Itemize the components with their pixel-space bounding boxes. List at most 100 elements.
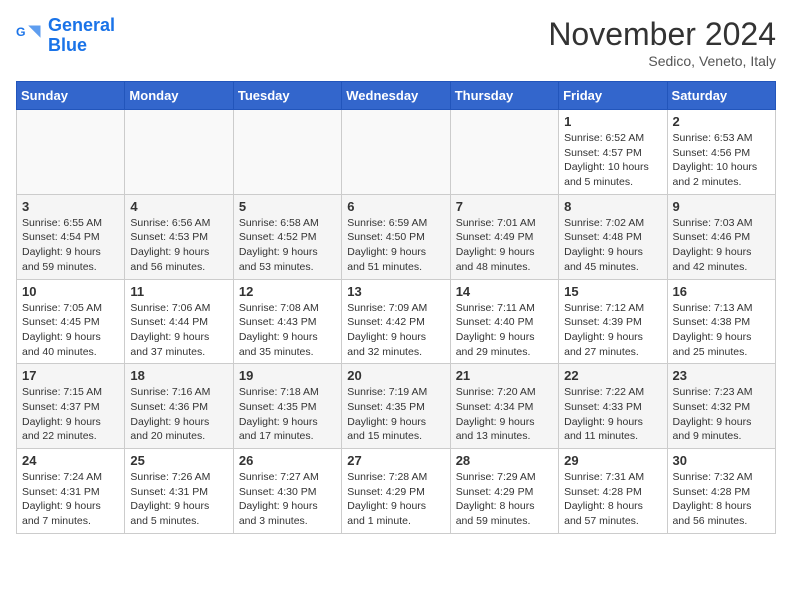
day-cell: 2 Sunrise: 6:53 AM Sunset: 4:56 PM Daylig… <box>667 110 775 195</box>
day-cell: 10Sunrise: 7:05 AM Sunset: 4:45 PM Dayli… <box>17 279 125 364</box>
day-number: 23 <box>673 368 770 383</box>
day-number: 4 <box>130 199 227 214</box>
day-cell: 20 Sunrise: 7:19 AM Sunset: 4:35 PM Dayli… <box>342 364 450 449</box>
day-number: 12 <box>239 284 336 299</box>
day-info: Sunrise: 7:22 AM Sunset: 4:33 PM Dayligh… <box>564 385 661 444</box>
day-number: 27 <box>347 453 444 468</box>
day-number: 16 <box>673 284 770 299</box>
week-row-1: 1 Sunrise: 6:52 AM Sunset: 4:57 PM Daylig… <box>17 110 776 195</box>
day-number: 17 <box>22 368 119 383</box>
day-cell: 4 Sunrise: 6:56 AM Sunset: 4:53 PM Daylig… <box>125 194 233 279</box>
day-cell: 24 Sunrise: 7:24 AM Sunset: 4:31 PM Dayli… <box>17 449 125 534</box>
day-info: Sunrise: 7:23 AM Sunset: 4:32 PM Dayligh… <box>673 385 770 444</box>
day-info: Sunrise: 6:58 AM Sunset: 4:52 PM Dayligh… <box>239 216 336 275</box>
col-header-tuesday: Tuesday <box>233 82 341 110</box>
week-row-2: 3 Sunrise: 6:55 AM Sunset: 4:54 PM Daylig… <box>17 194 776 279</box>
day-cell: 1 Sunrise: 6:52 AM Sunset: 4:57 PM Daylig… <box>559 110 667 195</box>
day-info: Sunrise: 7:03 AM Sunset: 4:46 PM Dayligh… <box>673 216 770 275</box>
day-info: Sunrise: 7:12 AM Sunset: 4:39 PM Dayligh… <box>564 301 661 360</box>
day-cell: 30 Sunrise: 7:32 AM Sunset: 4:28 PM Dayli… <box>667 449 775 534</box>
month-title: November 2024 <box>548 16 776 53</box>
day-cell: 11Sunrise: 7:06 AM Sunset: 4:44 PM Dayli… <box>125 279 233 364</box>
svg-text:G: G <box>16 25 26 39</box>
day-cell: 29 Sunrise: 7:31 AM Sunset: 4:28 PM Dayli… <box>559 449 667 534</box>
day-info: Sunrise: 6:53 AM Sunset: 4:56 PM Dayligh… <box>673 131 770 190</box>
day-number: 20 <box>347 368 444 383</box>
week-row-4: 17Sunrise: 7:15 AM Sunset: 4:37 PM Dayli… <box>17 364 776 449</box>
day-cell <box>17 110 125 195</box>
col-header-sunday: Sunday <box>17 82 125 110</box>
day-cell: 8Sunrise: 7:02 AM Sunset: 4:48 PM Daylig… <box>559 194 667 279</box>
day-cell: 16 Sunrise: 7:13 AM Sunset: 4:38 PM Dayli… <box>667 279 775 364</box>
day-cell <box>342 110 450 195</box>
day-cell: 7Sunrise: 7:01 AM Sunset: 4:49 PM Daylig… <box>450 194 558 279</box>
day-number: 21 <box>456 368 553 383</box>
day-info: Sunrise: 7:32 AM Sunset: 4:28 PM Dayligh… <box>673 470 770 529</box>
day-info: Sunrise: 7:09 AM Sunset: 4:42 PM Dayligh… <box>347 301 444 360</box>
day-cell: 13 Sunrise: 7:09 AM Sunset: 4:42 PM Dayli… <box>342 279 450 364</box>
day-number: 1 <box>564 114 661 129</box>
day-cell: 18 Sunrise: 7:16 AM Sunset: 4:36 PM Dayli… <box>125 364 233 449</box>
day-cell: 9 Sunrise: 7:03 AM Sunset: 4:46 PM Daylig… <box>667 194 775 279</box>
day-number: 11 <box>130 284 227 299</box>
logo-line2: Blue <box>48 35 87 55</box>
day-cell: 21 Sunrise: 7:20 AM Sunset: 4:34 PM Dayli… <box>450 364 558 449</box>
day-number: 3 <box>22 199 119 214</box>
day-cell: 22 Sunrise: 7:22 AM Sunset: 4:33 PM Dayli… <box>559 364 667 449</box>
day-number: 9 <box>673 199 770 214</box>
week-row-3: 10Sunrise: 7:05 AM Sunset: 4:45 PM Dayli… <box>17 279 776 364</box>
col-header-saturday: Saturday <box>667 82 775 110</box>
day-cell: 26 Sunrise: 7:27 AM Sunset: 4:30 PM Dayli… <box>233 449 341 534</box>
day-cell: 5 Sunrise: 6:58 AM Sunset: 4:52 PM Daylig… <box>233 194 341 279</box>
day-cell: 3 Sunrise: 6:55 AM Sunset: 4:54 PM Daylig… <box>17 194 125 279</box>
day-info: Sunrise: 7:13 AM Sunset: 4:38 PM Dayligh… <box>673 301 770 360</box>
title-block: November 2024 Sedico, Veneto, Italy <box>548 16 776 69</box>
day-info: Sunrise: 7:24 AM Sunset: 4:31 PM Dayligh… <box>22 470 119 529</box>
day-number: 14 <box>456 284 553 299</box>
day-cell: 25 Sunrise: 7:26 AM Sunset: 4:31 PM Dayli… <box>125 449 233 534</box>
day-number: 5 <box>239 199 336 214</box>
day-number: 28 <box>456 453 553 468</box>
day-info: Sunrise: 7:16 AM Sunset: 4:36 PM Dayligh… <box>130 385 227 444</box>
day-number: 29 <box>564 453 661 468</box>
day-cell: 15 Sunrise: 7:12 AM Sunset: 4:39 PM Dayli… <box>559 279 667 364</box>
day-number: 10 <box>22 284 119 299</box>
day-info: Sunrise: 7:08 AM Sunset: 4:43 PM Dayligh… <box>239 301 336 360</box>
day-cell: 6Sunrise: 6:59 AM Sunset: 4:50 PM Daylig… <box>342 194 450 279</box>
day-number: 13 <box>347 284 444 299</box>
day-cell <box>125 110 233 195</box>
week-row-5: 24 Sunrise: 7:24 AM Sunset: 4:31 PM Dayli… <box>17 449 776 534</box>
day-number: 18 <box>130 368 227 383</box>
day-number: 2 <box>673 114 770 129</box>
day-info: Sunrise: 6:56 AM Sunset: 4:53 PM Dayligh… <box>130 216 227 275</box>
day-info: Sunrise: 7:27 AM Sunset: 4:30 PM Dayligh… <box>239 470 336 529</box>
day-cell: 19Sunrise: 7:18 AM Sunset: 4:35 PM Dayli… <box>233 364 341 449</box>
day-info: Sunrise: 7:20 AM Sunset: 4:34 PM Dayligh… <box>456 385 553 444</box>
day-number: 15 <box>564 284 661 299</box>
day-number: 30 <box>673 453 770 468</box>
logo: G General Blue <box>16 16 115 56</box>
calendar-table: SundayMondayTuesdayWednesdayThursdayFrid… <box>16 81 776 534</box>
day-cell: 12 Sunrise: 7:08 AM Sunset: 4:43 PM Dayli… <box>233 279 341 364</box>
logo-line1: General <box>48 15 115 35</box>
day-number: 24 <box>22 453 119 468</box>
day-number: 25 <box>130 453 227 468</box>
day-cell <box>233 110 341 195</box>
location: Sedico, Veneto, Italy <box>548 53 776 69</box>
day-info: Sunrise: 6:52 AM Sunset: 4:57 PM Dayligh… <box>564 131 661 190</box>
day-cell: 28Sunrise: 7:29 AM Sunset: 4:29 PM Dayli… <box>450 449 558 534</box>
day-info: Sunrise: 7:19 AM Sunset: 4:35 PM Dayligh… <box>347 385 444 444</box>
day-number: 26 <box>239 453 336 468</box>
day-info: Sunrise: 7:26 AM Sunset: 4:31 PM Dayligh… <box>130 470 227 529</box>
day-info: Sunrise: 7:18 AM Sunset: 4:35 PM Dayligh… <box>239 385 336 444</box>
day-info: Sunrise: 6:55 AM Sunset: 4:54 PM Dayligh… <box>22 216 119 275</box>
day-cell: 14Sunrise: 7:11 AM Sunset: 4:40 PM Dayli… <box>450 279 558 364</box>
day-number: 22 <box>564 368 661 383</box>
day-info: Sunrise: 7:31 AM Sunset: 4:28 PM Dayligh… <box>564 470 661 529</box>
logo-text: General Blue <box>48 16 115 56</box>
day-cell <box>450 110 558 195</box>
col-header-thursday: Thursday <box>450 82 558 110</box>
day-number: 7 <box>456 199 553 214</box>
day-info: Sunrise: 6:59 AM Sunset: 4:50 PM Dayligh… <box>347 216 444 275</box>
day-number: 8 <box>564 199 661 214</box>
